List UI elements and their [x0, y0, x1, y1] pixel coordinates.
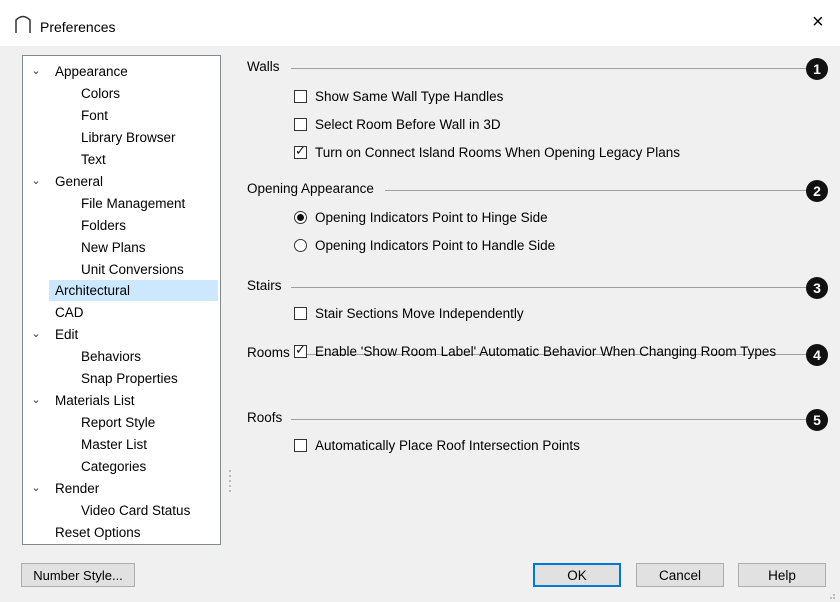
preferences-tree[interactable]: ⌄ Appearance Colors Font Library Browser…: [22, 55, 221, 545]
checkmark-icon: ✓: [295, 342, 306, 357]
tree-item-file-management[interactable]: File Management: [26, 193, 217, 214]
checkbox[interactable]: [294, 439, 307, 452]
divider: [291, 287, 806, 288]
tree-item-master-list[interactable]: Master List: [26, 434, 217, 455]
tree-item-label: Reset Options: [55, 525, 141, 540]
option-label: Opening Indicators Point to Hinge Side: [315, 210, 548, 225]
option-label: Opening Indicators Point to Handle Side: [315, 238, 556, 253]
stairs-section-title: Stairs: [247, 278, 282, 293]
tree-item-render[interactable]: ⌄ Render: [26, 478, 217, 499]
chevron-down-icon[interactable]: ⌄: [29, 390, 43, 411]
tree-item-folders[interactable]: Folders: [26, 215, 217, 236]
cancel-button[interactable]: Cancel: [636, 563, 724, 587]
radio-dot-icon: [297, 214, 304, 221]
splitter-grip[interactable]: [229, 470, 232, 500]
tree-item-label: Behaviors: [81, 349, 142, 364]
help-button[interactable]: Help: [738, 563, 826, 587]
tree-item-snap-properties[interactable]: Snap Properties: [26, 368, 217, 389]
checkmark-icon: ✓: [295, 143, 306, 158]
roofs-section-title: Roofs: [247, 410, 283, 425]
divider: [291, 68, 806, 69]
tree-item-label: Report Style: [81, 415, 156, 430]
tree-item-label: Video Card Status: [81, 503, 191, 518]
tree-item-label: Edit: [55, 327, 79, 342]
tree-item-architectural[interactable]: Architectural: [49, 280, 218, 301]
title-bar: Preferences ×: [0, 0, 840, 46]
chevron-down-icon[interactable]: ⌄: [29, 324, 43, 345]
tree-item-reset-options[interactable]: Reset Options: [26, 522, 217, 543]
tree-item-text[interactable]: Text: [26, 149, 217, 170]
tree-item-new-plans[interactable]: New Plans: [26, 237, 217, 258]
checkbox[interactable]: [294, 118, 307, 131]
tree-item-video-card-status[interactable]: Video Card Status: [26, 500, 217, 521]
tree-item-label: Appearance: [55, 64, 128, 79]
tree-item-label: General: [55, 174, 104, 189]
window-title: Preferences: [40, 19, 116, 35]
opening-appearance-section-title: Opening Appearance: [247, 181, 374, 196]
chevron-down-icon[interactable]: ⌄: [29, 61, 43, 82]
tree-item-label: Materials List: [55, 393, 135, 408]
tree-item-label: Unit Conversions: [81, 262, 184, 277]
tree-item-label: CAD: [55, 305, 84, 320]
tree-item-library-browser[interactable]: Library Browser: [26, 127, 217, 148]
tree-item-categories[interactable]: Categories: [26, 456, 217, 477]
tree-item-report-style[interactable]: Report Style: [26, 412, 217, 433]
tree-item-label: Folders: [81, 218, 127, 233]
tree-item-label: Library Browser: [81, 130, 176, 145]
tree-item-label: Snap Properties: [81, 371, 178, 386]
divider: [385, 190, 806, 191]
ok-button[interactable]: OK: [533, 563, 621, 587]
callout-badge: 3: [806, 277, 828, 299]
option-label: Automatically Place Roof Intersection Po…: [315, 438, 580, 453]
chevron-down-icon[interactable]: ⌄: [29, 478, 43, 499]
tree-item-label: Architectural: [55, 283, 131, 298]
checkbox[interactable]: ✓: [294, 342, 307, 358]
resize-grip-icon[interactable]: [826, 590, 836, 600]
close-icon[interactable]: ×: [812, 12, 824, 32]
checkbox[interactable]: [294, 307, 307, 320]
option-label: Turn on Connect Island Rooms When Openin…: [315, 145, 680, 160]
app-arch-icon: [15, 15, 31, 33]
tree-item-edit[interactable]: ⌄ Edit: [26, 324, 217, 345]
callout-badge: 4: [806, 344, 828, 366]
tree-item-label: Categories: [81, 459, 147, 474]
callout-badge: 2: [806, 180, 828, 202]
checkbox[interactable]: ✓: [294, 143, 307, 159]
tree-item-label: Colors: [81, 86, 121, 101]
rooms-section-title: Rooms: [247, 345, 290, 360]
checkbox[interactable]: [294, 90, 307, 103]
tree-item-label: Font: [81, 108, 109, 123]
tree-item-label: Text: [81, 152, 106, 167]
option-label: Stair Sections Move Independently: [315, 306, 524, 321]
option-label: Select Room Before Wall in 3D: [315, 117, 501, 132]
option-label: Show Same Wall Type Handles: [315, 89, 504, 104]
tree-item-label: New Plans: [81, 240, 146, 255]
tree-item-behaviors[interactable]: Behaviors: [26, 346, 217, 367]
tree-item-font[interactable]: Font: [26, 105, 217, 126]
tree-item-appearance[interactable]: ⌄ Appearance: [26, 61, 217, 82]
tree-item-colors[interactable]: Colors: [26, 83, 217, 104]
divider: [291, 419, 806, 420]
tree-item-label: File Management: [81, 196, 186, 211]
tree-item-cad[interactable]: CAD: [26, 302, 217, 323]
chevron-down-icon[interactable]: ⌄: [29, 171, 43, 192]
callout-badge: 5: [806, 409, 828, 431]
tree-item-materials-list[interactable]: ⌄ Materials List: [26, 390, 217, 411]
radio-button[interactable]: [294, 211, 307, 224]
tree-item-label: Render: [55, 481, 100, 496]
tree-item-label: Master List: [81, 437, 148, 452]
callout-badge: 1: [806, 58, 828, 80]
number-style-button[interactable]: Number Style...: [21, 563, 135, 587]
walls-section-title: Walls: [247, 59, 280, 74]
tree-item-general[interactable]: ⌄ General: [26, 171, 217, 192]
radio-button[interactable]: [294, 239, 307, 252]
tree-item-unit-conversions[interactable]: Unit Conversions: [26, 259, 217, 280]
option-label: Enable 'Show Room Label' Automatic Behav…: [315, 344, 777, 359]
